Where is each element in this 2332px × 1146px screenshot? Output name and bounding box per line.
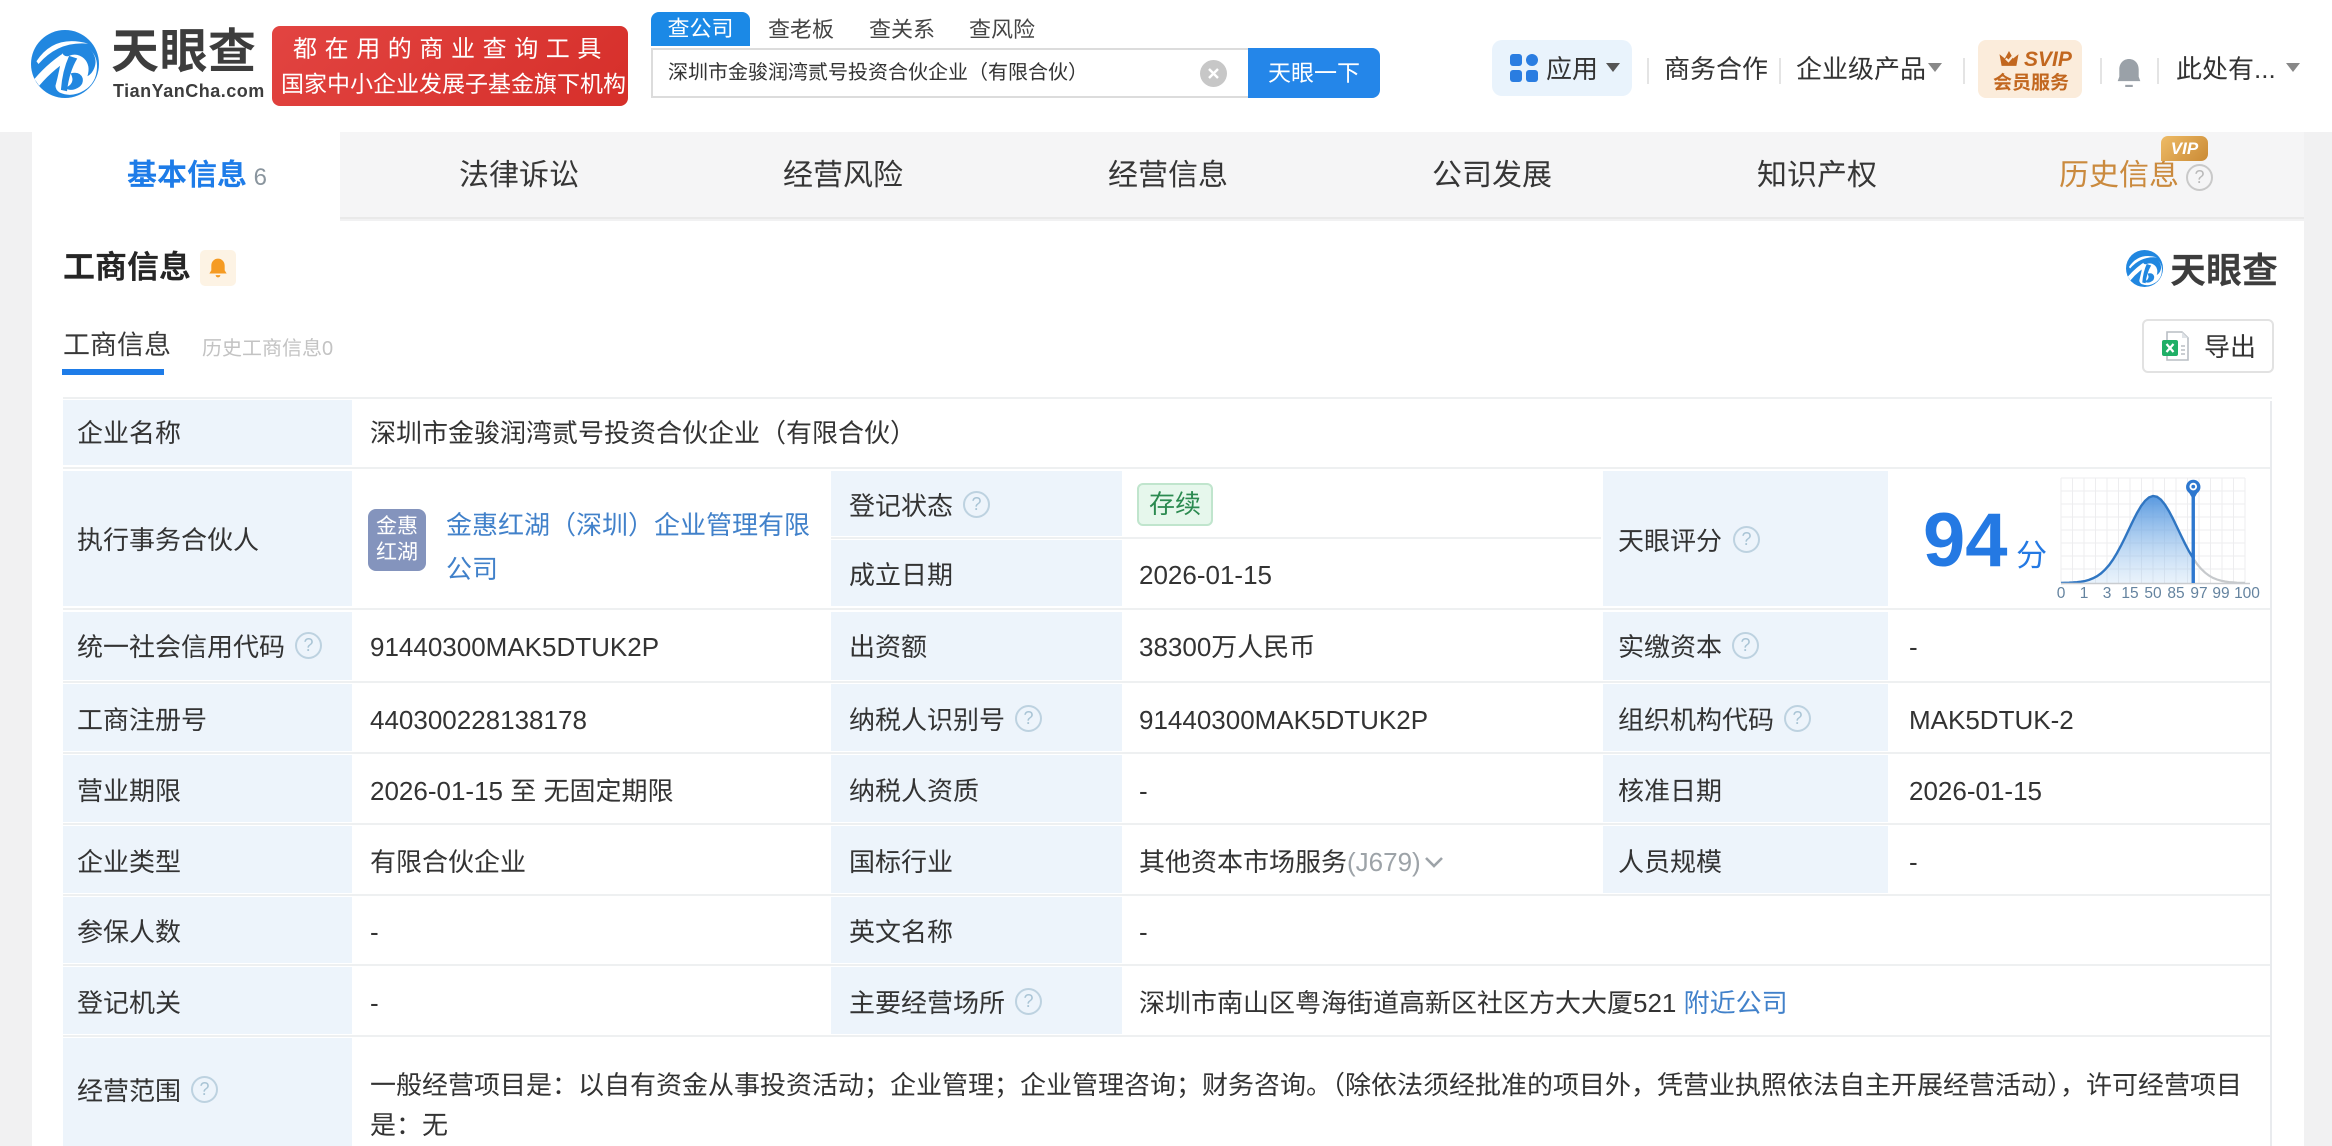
- svg-text:50: 50: [2144, 585, 2162, 602]
- svg-text:15: 15: [2121, 585, 2138, 602]
- svg-text:99: 99: [2212, 585, 2229, 602]
- svg-text:0: 0: [2057, 585, 2066, 602]
- svg-text:100: 100: [2234, 585, 2260, 602]
- svg-text:85: 85: [2167, 585, 2184, 602]
- svg-text:1: 1: [2080, 585, 2089, 602]
- svg-text:3: 3: [2103, 585, 2112, 602]
- svg-text:97: 97: [2190, 585, 2207, 602]
